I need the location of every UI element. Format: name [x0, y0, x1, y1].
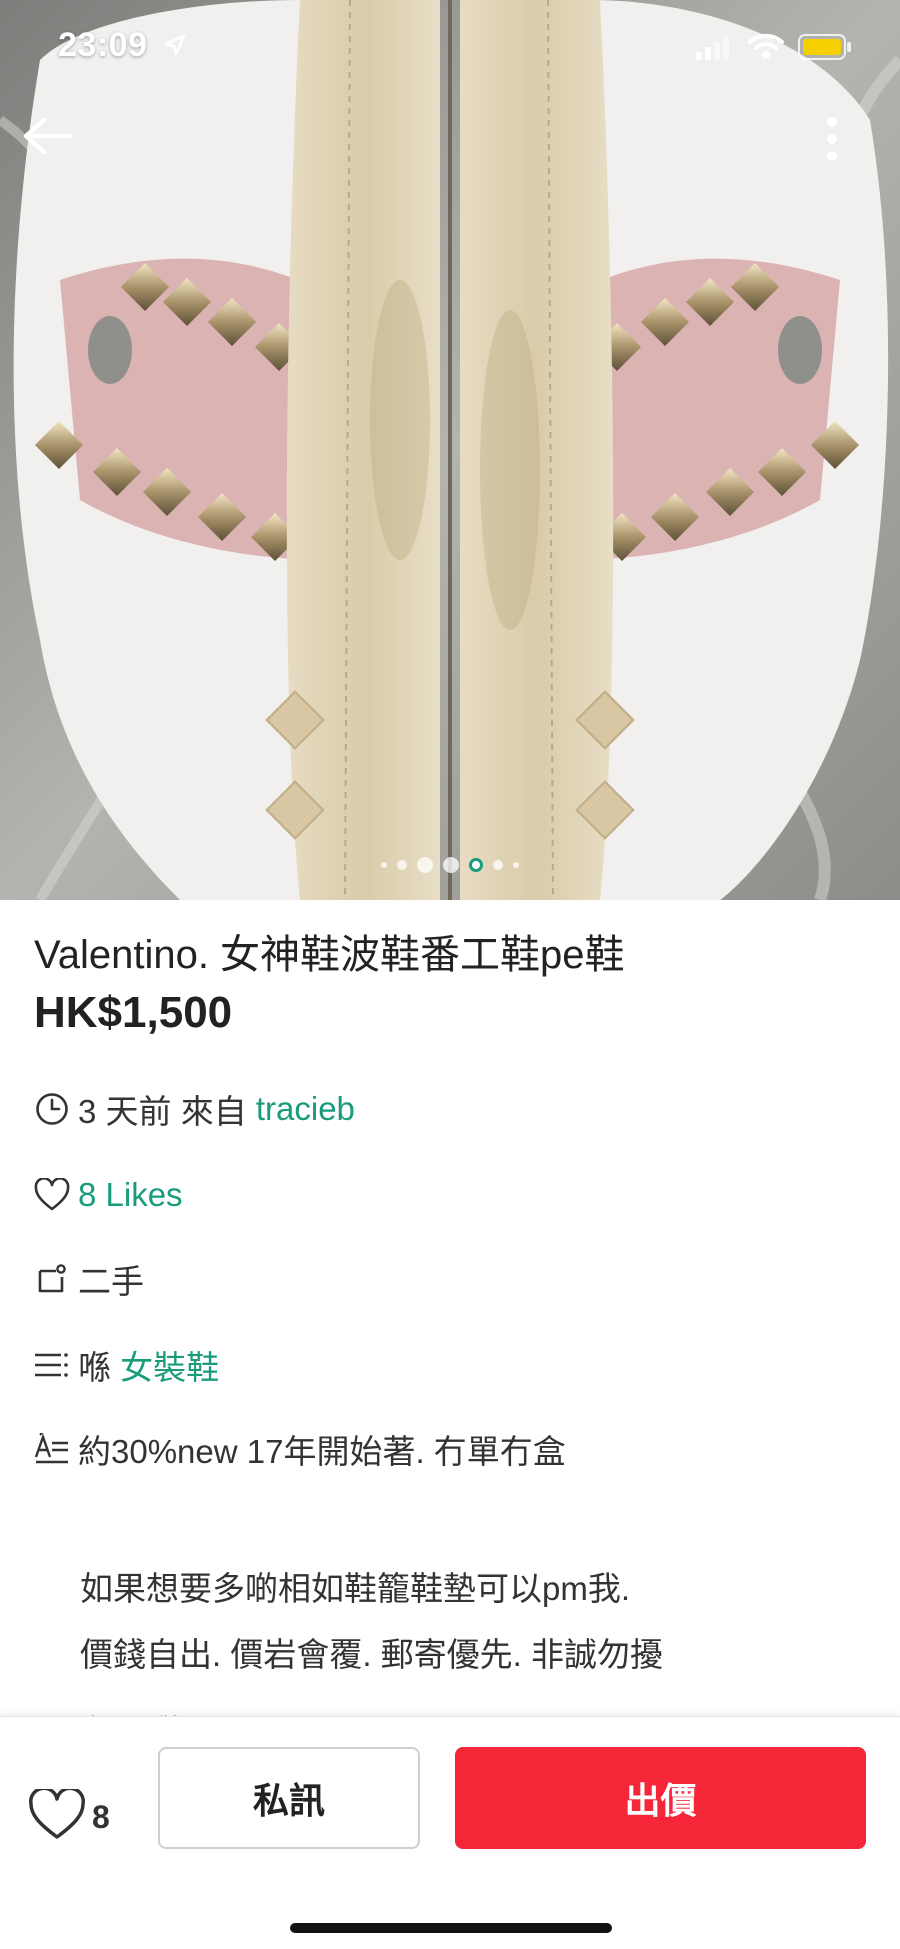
gallery-dot[interactable]	[417, 857, 433, 873]
listing-price: HK$1,500	[34, 988, 233, 1037]
status-time: 23:09	[58, 26, 148, 64]
like-button[interactable]: 8	[28, 1771, 110, 1863]
gallery-dot[interactable]	[443, 857, 459, 873]
more-options-button[interactable]	[826, 116, 872, 176]
posted-row: 3 天前 來自 tracieb	[34, 1084, 355, 1134]
text-description-icon	[34, 1431, 70, 1467]
gallery-dot[interactable]	[381, 862, 387, 868]
category-link[interactable]: 女裝鞋	[120, 1341, 219, 1389]
likes-count-link[interactable]: 8 Likes	[78, 1176, 183, 1214]
heart-outline-icon	[28, 1786, 86, 1846]
likes-row[interactable]: 8 Likes	[34, 1170, 183, 1220]
description-line-3: 價錢自出. 價岩會覆. 郵寄優先. 非誠勿擾	[80, 1636, 664, 1673]
gallery-pagination	[0, 857, 900, 873]
back-button[interactable]	[22, 116, 82, 176]
listing-photo[interactable]: 23:09	[0, 0, 900, 900]
description-row: 約30%new 17年開始著. 冇單冇盒	[34, 1424, 566, 1474]
chat-button[interactable]: 私訊	[158, 1747, 420, 1849]
listing-title: Valentino. 女神鞋波鞋番工鞋pe鞋	[34, 933, 625, 977]
condition-row: 二手	[34, 1254, 144, 1304]
condition-text: 二手	[78, 1263, 144, 1300]
make-offer-button[interactable]: 出價	[455, 1747, 866, 1849]
description-line-2: 如果想要多啲相如鞋籠鞋墊可以pm我.	[80, 1570, 631, 1607]
gallery-dot[interactable]	[493, 860, 503, 870]
heart-icon	[34, 1177, 70, 1213]
gallery-dot-active[interactable]	[469, 858, 483, 872]
seller-link[interactable]: tracieb	[256, 1090, 355, 1128]
clock-icon	[34, 1091, 70, 1127]
gallery-dot[interactable]	[513, 862, 519, 868]
status-bar: 23:09	[0, 0, 900, 96]
gallery-dot[interactable]	[397, 860, 407, 870]
category-row: 喺 女裝鞋	[34, 1340, 219, 1390]
bottom-action-bar: 8 私訊 出價	[0, 1716, 900, 1949]
tag-icon	[34, 1261, 70, 1297]
shoe-sole-photo	[0, 0, 900, 900]
category-prefix: 喺	[78, 1349, 121, 1386]
posted-ago: 3 天前 來自	[78, 1093, 256, 1130]
description-line-1: 約30%new 17年開始著. 冇單冇盒	[78, 1433, 566, 1470]
list-icon	[34, 1347, 70, 1383]
home-indicator[interactable]	[290, 1923, 612, 1933]
like-count: 8	[92, 1798, 110, 1835]
